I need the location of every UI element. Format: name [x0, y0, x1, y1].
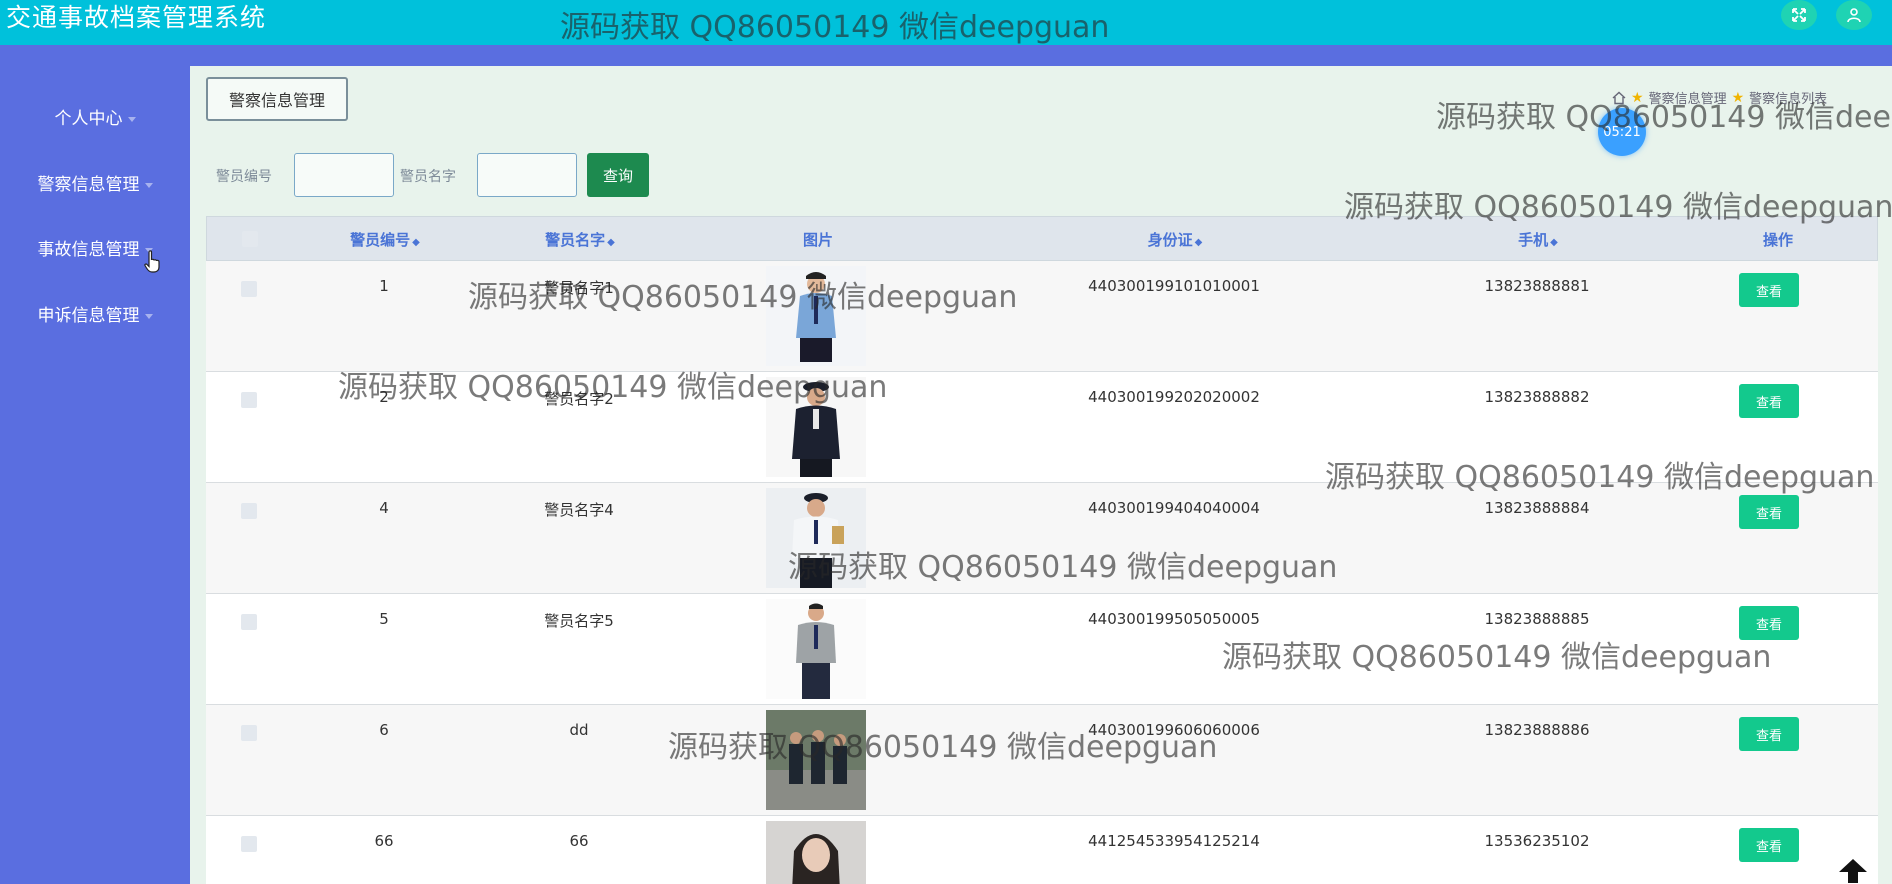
table-row: 66 66 441254533954125214 13536235102 查看 — [206, 816, 1878, 884]
top-bar: 交通事故档案管理系统 — [0, 0, 1892, 45]
cell-id: 5 — [379, 610, 389, 628]
sidebar-item-label: 事故信息管理 — [37, 240, 140, 260]
sidebar-item-personal-center[interactable]: 个人中心 — [0, 104, 190, 129]
row-checkbox[interactable] — [241, 281, 257, 297]
view-button[interactable]: 查看 — [1739, 606, 1799, 640]
star-icon: ★ — [1631, 89, 1644, 106]
police-photo — [766, 377, 866, 477]
table-header: 警员编号 ◆ 警员名字 ◆ 图片 身份证 ◆ 手机 ◆ 操作 — [206, 216, 1878, 261]
cell-name: 66 — [569, 832, 589, 850]
cell-phone: 13823888885 — [1484, 610, 1590, 628]
sidebar-item-label: 申诉信息管理 — [37, 306, 140, 326]
police-id-input[interactable] — [294, 153, 394, 197]
timer-badge: 05:21 — [1598, 108, 1646, 156]
table-row: 1 警员名字1 440300199101010001 13823888881 查… — [206, 261, 1878, 372]
breadcrumb: ★ 警察信息管理 ★ 警察信息列表 — [1612, 88, 1827, 107]
caret-down-icon — [144, 182, 153, 188]
cell-name: 警员名字5 — [544, 612, 614, 630]
cell-phone: 13823888882 — [1484, 388, 1590, 406]
cell-phone: 13823888884 — [1484, 499, 1590, 517]
view-button[interactable]: 查看 — [1739, 717, 1799, 751]
table-row: 6 dd 440300199606060006 13823888886 查看 — [206, 705, 1878, 816]
cell-idcard: 440300199202020002 — [1088, 388, 1260, 406]
query-button[interactable]: 查询 — [587, 153, 649, 197]
row-checkbox[interactable] — [241, 725, 257, 741]
sort-icon: ◆ — [1550, 237, 1558, 248]
row-checkbox[interactable] — [241, 836, 257, 852]
sort-icon: ◆ — [607, 237, 615, 248]
sort-icon: ◆ — [412, 237, 420, 248]
cell-phone: 13823888886 — [1484, 721, 1590, 739]
sidebar-item-appeal-info[interactable]: 申诉信息管理 — [0, 301, 190, 326]
select-all-checkbox[interactable] — [242, 231, 258, 247]
cell-idcard: 440300199505050005 — [1088, 610, 1260, 628]
cell-id: 6 — [379, 721, 389, 739]
police-photo — [766, 488, 866, 588]
view-button[interactable]: 查看 — [1739, 273, 1799, 307]
table-row: 4 警员名字4 440300199404040004 13823888884 查… — [206, 483, 1878, 594]
police-photo — [766, 710, 866, 810]
person-photo — [766, 821, 866, 884]
column-header-action: 操作 — [1762, 231, 1794, 249]
caret-down-icon — [144, 313, 153, 319]
main-content: 警察信息管理 ★ 警察信息管理 ★ 警察信息列表 05:21 警员编号 警员名字… — [190, 66, 1892, 884]
table-row: 5 警员名字5 440300199505050005 13823888885 查… — [206, 594, 1878, 705]
column-header-photo: 图片 — [802, 231, 834, 249]
cell-idcard: 441254533954125214 — [1088, 832, 1260, 850]
cell-id: 66 — [374, 832, 394, 850]
hand-cursor-icon — [144, 250, 160, 273]
police-id-label: 警员编号 — [216, 169, 272, 185]
row-checkbox[interactable] — [241, 614, 257, 630]
sidebar: 个人中心 警察信息管理 事故信息管理 申诉信息管理 — [0, 66, 190, 884]
cell-id: 2 — [379, 388, 389, 406]
cell-name: 警员名字1 — [544, 279, 614, 297]
cell-id: 4 — [379, 499, 389, 517]
police-name-label: 警员名字 — [400, 169, 456, 185]
back-to-top-icon[interactable] — [1838, 858, 1868, 884]
sub-bar — [0, 45, 1892, 66]
caret-down-icon — [127, 116, 136, 122]
sidebar-item-police-info[interactable]: 警察信息管理 — [0, 170, 190, 195]
sort-icon: ◆ — [1194, 237, 1203, 248]
home-icon[interactable] — [1612, 91, 1626, 105]
cell-name: 警员名字4 — [544, 501, 614, 519]
cell-idcard: 440300199101010001 — [1088, 277, 1260, 295]
user-icon[interactable] — [1836, 0, 1872, 30]
row-checkbox[interactable] — [241, 503, 257, 519]
fullscreen-icon[interactable] — [1781, 0, 1817, 30]
cell-idcard: 440300199404040004 — [1088, 499, 1260, 517]
view-button[interactable]: 查看 — [1739, 828, 1799, 862]
sidebar-item-label: 警察信息管理 — [37, 175, 140, 195]
app-title: 交通事故档案管理系统 — [6, 3, 267, 32]
view-button[interactable]: 查看 — [1739, 495, 1799, 529]
police-name-input[interactable] — [477, 153, 577, 197]
column-header-name[interactable]: 警员名字 ◆ — [545, 229, 615, 250]
cell-phone: 13823888881 — [1484, 277, 1590, 295]
sidebar-item-label: 个人中心 — [54, 109, 123, 129]
cell-idcard: 440300199606060006 — [1088, 721, 1260, 739]
column-header-id[interactable]: 警员编号 ◆ — [350, 229, 420, 250]
row-checkbox[interactable] — [241, 392, 257, 408]
police-photo — [766, 599, 866, 699]
column-header-phone[interactable]: 手机 ◆ — [1518, 229, 1558, 250]
police-photo — [766, 266, 866, 366]
column-header-idcard[interactable]: 身份证 ◆ — [1148, 229, 1203, 250]
breadcrumb-item: 警察信息列表 — [1749, 92, 1828, 107]
cell-phone: 13536235102 — [1484, 832, 1590, 850]
table-row: 2 警员名字2 440300199202020002 13823888882 查… — [206, 372, 1878, 483]
cell-name: dd — [569, 721, 589, 739]
view-button[interactable]: 查看 — [1739, 384, 1799, 418]
cell-id: 1 — [379, 277, 389, 295]
page-tag-button[interactable]: 警察信息管理 — [206, 77, 348, 121]
breadcrumb-item[interactable]: 警察信息管理 — [1649, 88, 1727, 107]
cell-name: 警员名字2 — [544, 390, 614, 408]
star-icon: ★ — [1731, 89, 1745, 106]
police-table: 警员编号 ◆ 警员名字 ◆ 图片 身份证 ◆ 手机 ◆ 操作 1 警员名字1 44030… — [206, 216, 1878, 884]
